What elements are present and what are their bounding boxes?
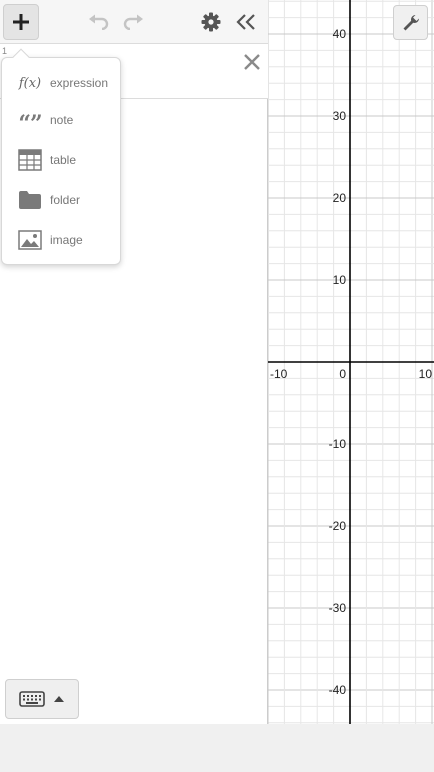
graph-canvas[interactable]: -10 0 10 40 30 20 10 -10 -20 -30 -40 (268, 0, 434, 724)
menu-item-note[interactable]: “” note (2, 100, 122, 140)
add-item-button[interactable] (3, 4, 39, 40)
image-icon (18, 230, 42, 250)
y-tick-label: 10 (333, 273, 347, 287)
wrench-icon (403, 14, 419, 30)
folder-icon-wrap (16, 188, 44, 212)
close-icon (244, 54, 260, 70)
gear-icon (201, 12, 221, 32)
redo-button[interactable] (120, 10, 146, 34)
graph-settings-button[interactable] (393, 5, 428, 40)
keypad-toggle-button[interactable] (5, 679, 79, 719)
menu-item-label: table (50, 153, 77, 167)
y-tick-label: -20 (329, 519, 347, 533)
redo-icon (123, 14, 143, 30)
app-window: 1 f(x) expression “” note table folder i… (0, 0, 434, 724)
x-tick-label: 10 (419, 367, 433, 381)
x-tick-label: -10 (270, 367, 288, 381)
expression-toolbar (0, 0, 268, 44)
y-tick-label: 40 (333, 27, 347, 41)
caret-up-icon (54, 696, 64, 702)
menu-item-label: expression (50, 76, 109, 90)
undo-icon (89, 14, 109, 30)
folder-icon (19, 191, 41, 209)
y-tick-label: -10 (329, 437, 347, 451)
table-icon (18, 149, 42, 171)
menu-item-table[interactable]: table (2, 140, 122, 180)
y-tick-label: 20 (333, 191, 347, 205)
menu-item-label: note (50, 113, 74, 127)
image-icon-wrap (16, 228, 44, 252)
menu-item-folder[interactable]: folder (2, 180, 122, 220)
menu-item-label: image (50, 233, 83, 247)
double-chevron-left-icon (236, 14, 255, 30)
function-icon: f(x) (18, 75, 42, 91)
collapse-panel-button[interactable] (232, 10, 260, 34)
graph-paper[interactable]: -10 0 10 40 30 20 10 -10 -20 -30 -40 (268, 0, 434, 724)
y-tick-label: -30 (329, 601, 347, 615)
menu-item-image[interactable]: image (2, 220, 122, 260)
y-tick-label: 30 (333, 109, 347, 123)
table-icon-wrap (16, 148, 44, 172)
add-item-menu: f(x) expression “” note table folder ima… (1, 48, 122, 265)
delete-expression-button[interactable] (240, 50, 264, 74)
x-tick-label: 0 (339, 367, 346, 381)
menu-item-expression[interactable]: f(x) expression (2, 63, 122, 103)
quote-icon: “” (18, 111, 42, 137)
menu-item-label: folder (50, 193, 81, 207)
expression-index: 1 (2, 46, 8, 56)
plus-icon (13, 14, 29, 30)
settings-button[interactable] (198, 10, 224, 34)
keyboard-icon (19, 691, 45, 707)
undo-button[interactable] (86, 10, 112, 34)
y-tick-label: -40 (329, 683, 347, 697)
